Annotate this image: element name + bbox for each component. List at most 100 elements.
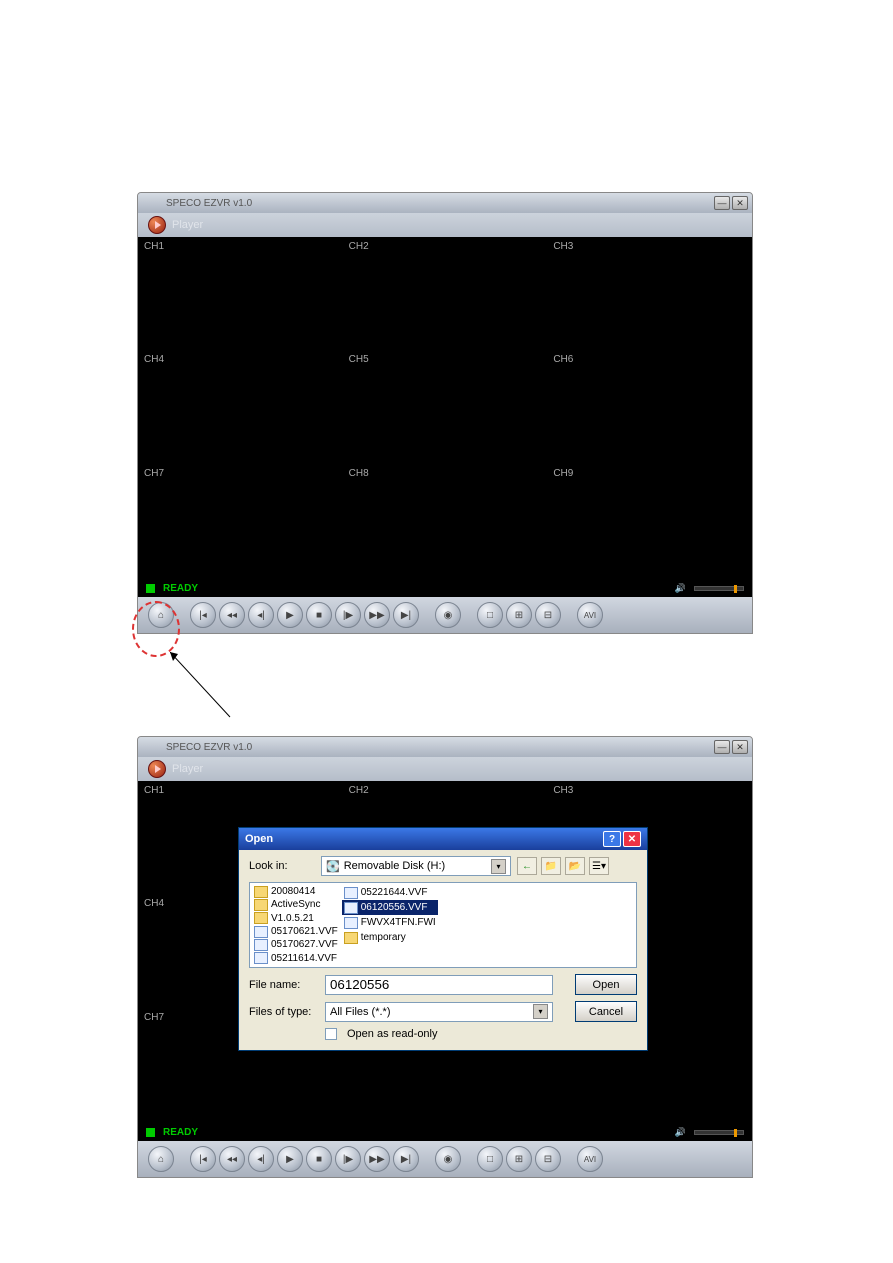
- channel-7[interactable]: CH7: [138, 464, 343, 577]
- up-folder-button[interactable]: 📁: [541, 857, 561, 875]
- rewind-button[interactable]: ◂◂: [219, 1146, 245, 1172]
- cancel-button[interactable]: Cancel: [575, 1001, 637, 1022]
- file-item[interactable]: V1.0.5.21: [252, 912, 340, 925]
- minimize-button[interactable]: —: [714, 196, 730, 210]
- file-name: 05170627.VVF: [271, 939, 338, 950]
- snapshot-button[interactable]: ◉: [435, 1146, 461, 1172]
- first-frame-button[interactable]: |◂: [190, 1146, 216, 1172]
- speaker-icon[interactable]: 🔊: [675, 1127, 686, 1138]
- player-label: Player: [172, 763, 203, 775]
- player-header: Player: [138, 213, 752, 237]
- status-text: READY: [163, 1127, 198, 1138]
- file-list[interactable]: 20080414ActiveSyncV1.0.5.2105170621.VVF0…: [249, 882, 637, 968]
- back-button[interactable]: ←: [517, 857, 537, 875]
- file-item[interactable]: temporary: [342, 930, 438, 945]
- avi-export-button[interactable]: AVI: [577, 602, 603, 628]
- folder-icon: [254, 899, 268, 911]
- prev-frame-button[interactable]: ◂|: [248, 1146, 274, 1172]
- filetype-select[interactable]: All Files (*.*) ▾: [325, 1002, 553, 1022]
- channel-8[interactable]: CH8: [343, 464, 548, 577]
- nine-view-button[interactable]: ⊟: [535, 1146, 561, 1172]
- rewind-button[interactable]: ◂◂: [219, 602, 245, 628]
- file-item[interactable]: 05211614.VVF: [252, 952, 340, 965]
- file-item[interactable]: 05170627.VVF: [252, 938, 340, 951]
- open-file-button[interactable]: ⌂: [148, 1146, 174, 1172]
- file-item[interactable]: 05170621.VVF: [252, 925, 340, 938]
- snapshot-button[interactable]: ◉: [435, 602, 461, 628]
- dialog-close-button[interactable]: ✕: [623, 831, 641, 847]
- file-name: ActiveSync: [271, 899, 320, 910]
- quad-view-button[interactable]: ⊞: [506, 602, 532, 628]
- play-icon[interactable]: [148, 216, 166, 234]
- channel-4[interactable]: CH4: [138, 350, 343, 463]
- file-icon: [344, 917, 358, 929]
- chevron-down-icon[interactable]: ▾: [533, 1004, 548, 1019]
- volume-slider[interactable]: [694, 586, 744, 591]
- speaker-icon[interactable]: 🔊: [675, 583, 686, 594]
- file-icon: [344, 887, 358, 899]
- next-frame-button[interactable]: |▶: [335, 602, 361, 628]
- chevron-down-icon[interactable]: ▾: [491, 859, 506, 874]
- record-indicator-icon: [146, 584, 155, 593]
- file-name: 06120556.VVF: [361, 902, 428, 913]
- file-name: temporary: [361, 932, 406, 943]
- dialog-help-button[interactable]: ?: [603, 831, 621, 847]
- fast-forward-button[interactable]: ▶▶: [364, 1146, 390, 1172]
- filetype-value: All Files (*.*): [330, 1006, 391, 1018]
- file-item[interactable]: 05221644.VVF: [342, 885, 438, 900]
- player-label: Player: [172, 219, 203, 231]
- single-view-button[interactable]: □: [477, 602, 503, 628]
- playback-toolbar: ⌂ |◂ ◂◂ ◂| ▶ ■ |▶ ▶▶ ▶| ◉ □ ⊞ ⊟ AVI: [138, 597, 752, 633]
- filename-input[interactable]: [325, 975, 553, 995]
- channel-6[interactable]: CH6: [547, 350, 752, 463]
- channel-3[interactable]: CH3: [547, 237, 752, 350]
- nine-view-button[interactable]: ⊟: [535, 602, 561, 628]
- lookin-select[interactable]: 💽 Removable Disk (H:) ▾: [321, 856, 511, 876]
- dialog-titlebar[interactable]: Open ? ✕: [239, 828, 647, 850]
- file-item[interactable]: 20080414: [252, 885, 340, 898]
- channel-9[interactable]: CH9: [547, 464, 752, 577]
- open-button[interactable]: Open: [575, 974, 637, 995]
- filename-label: File name:: [249, 979, 319, 991]
- quad-view-button[interactable]: ⊞: [506, 1146, 532, 1172]
- close-button[interactable]: ✕: [732, 196, 748, 210]
- channel-5[interactable]: CH5: [343, 350, 548, 463]
- next-frame-button[interactable]: |▶: [335, 1146, 361, 1172]
- titlebar[interactable]: SPECO EZVR v1.0 — ✕: [138, 193, 752, 213]
- first-frame-button[interactable]: |◂: [190, 602, 216, 628]
- folder-icon: [254, 912, 268, 924]
- volume-slider[interactable]: [694, 1130, 744, 1135]
- open-file-button[interactable]: ⌂: [148, 602, 174, 628]
- close-button[interactable]: ✕: [732, 740, 748, 754]
- file-name: V1.0.5.21: [271, 913, 314, 924]
- channel-1[interactable]: CH1: [138, 237, 343, 350]
- file-item[interactable]: FWVX4TFN.FWI: [342, 915, 438, 930]
- stop-button[interactable]: ■: [306, 1146, 332, 1172]
- filetype-label: Files of type:: [249, 1006, 319, 1018]
- file-icon: [344, 902, 358, 914]
- last-frame-button[interactable]: ▶|: [393, 602, 419, 628]
- view-menu-button[interactable]: ☰▾: [589, 857, 609, 875]
- play-button[interactable]: ▶: [277, 602, 303, 628]
- prev-frame-button[interactable]: ◂|: [248, 602, 274, 628]
- new-folder-button[interactable]: 📂: [565, 857, 585, 875]
- lookin-value: Removable Disk (H:): [344, 860, 445, 872]
- last-frame-button[interactable]: ▶|: [393, 1146, 419, 1172]
- stop-button[interactable]: ■: [306, 602, 332, 628]
- file-item[interactable]: 06120556.VVF: [342, 900, 438, 915]
- file-item[interactable]: ActiveSync: [252, 898, 340, 911]
- titlebar[interactable]: SPECO EZVR v1.0 — ✕: [138, 737, 752, 757]
- readonly-checkbox[interactable]: [325, 1028, 337, 1040]
- fast-forward-button[interactable]: ▶▶: [364, 602, 390, 628]
- play-icon[interactable]: [148, 760, 166, 778]
- play-button[interactable]: ▶: [277, 1146, 303, 1172]
- channel-2[interactable]: CH2: [343, 237, 548, 350]
- file-icon: [254, 939, 268, 951]
- file-name: 05221644.VVF: [361, 887, 428, 898]
- player-window-1: SPECO EZVR v1.0 — ✕ Player CH1 CH2 CH3 C…: [137, 192, 753, 634]
- drive-icon: 💽: [326, 860, 340, 873]
- minimize-button[interactable]: —: [714, 740, 730, 754]
- file-name: 20080414: [271, 886, 316, 897]
- avi-export-button[interactable]: AVI: [577, 1146, 603, 1172]
- single-view-button[interactable]: □: [477, 1146, 503, 1172]
